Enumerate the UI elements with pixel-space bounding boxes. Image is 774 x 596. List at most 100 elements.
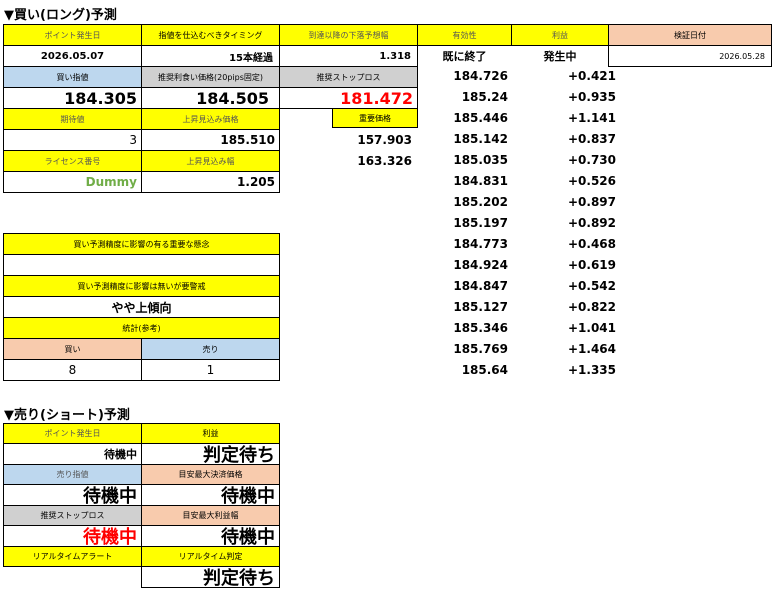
- price-list-row: 184.773 +0.468: [410, 234, 620, 255]
- price-list-price: 185.202: [453, 195, 508, 209]
- short-stop-loss: 待機中: [3, 525, 142, 547]
- short-point-date: 待機中: [3, 443, 142, 465]
- price-list-row: 185.346 +1.041: [410, 318, 620, 339]
- price-list-row: 185.142 +0.837: [410, 129, 620, 150]
- price-list-row: 184.726 +0.421: [410, 66, 620, 87]
- long-stop-loss: 181.472: [279, 87, 418, 109]
- long-expected-drop: 1.318: [279, 45, 418, 67]
- price-list-row: 185.202 +0.897: [410, 192, 620, 213]
- short-realtime-judge: 判定待ち: [141, 566, 280, 588]
- long-header-validity: 有効性: [417, 24, 512, 46]
- price-list-profit: +0.421: [567, 69, 616, 83]
- long-header-important-price: 重要価格: [332, 108, 418, 128]
- long-header-verify-date: 検証日付: [608, 24, 772, 46]
- price-list-price: 184.831: [453, 174, 508, 188]
- short-header-point-date: ポイント発生日: [3, 423, 142, 444]
- long-stats-label: 統計(参考): [3, 317, 280, 339]
- long-no-influence-label: 買い予測精度に影響は無いが要警戒: [3, 275, 280, 297]
- long-header-upside-price: 上昇見込み価格: [141, 108, 280, 130]
- price-list-price: 185.769: [453, 342, 508, 356]
- long-influence-label: 買い予測精度に影響の有る重要な懸念: [3, 233, 280, 255]
- price-list-profit: +0.542: [567, 279, 616, 293]
- long-stats-sell-label: 売り: [141, 338, 280, 360]
- long-license: Dummy: [3, 171, 142, 193]
- long-important-price-1: 157.903: [357, 133, 412, 147]
- short-profit: 判定待ち: [141, 443, 280, 465]
- long-header-entry-timing: 指値を仕込むべきタイミング: [141, 24, 280, 46]
- price-list-profit: +1.141: [567, 111, 616, 125]
- short-header-realtime-judge: リアルタイム判定: [141, 546, 280, 567]
- long-stats-buy-value: 8: [3, 359, 142, 381]
- price-list-price: 185.035: [453, 153, 508, 167]
- short-header-realtime-alert: リアルタイムアラート: [3, 546, 142, 567]
- short-header-stop-loss: 推奨ストップロス: [3, 505, 142, 526]
- price-list-price: 185.24: [461, 90, 508, 104]
- price-list-price: 185.346: [453, 321, 508, 335]
- price-list-price: 184.726: [453, 69, 508, 83]
- long-header-point-date: ポイント発生日: [3, 24, 142, 46]
- price-list-row: 184.924 +0.619: [410, 255, 620, 276]
- price-list-price: 185.64: [461, 363, 508, 377]
- price-list-price: 185.127: [453, 300, 508, 314]
- long-expectation: 3: [3, 129, 142, 151]
- long-stats-buy-label: 買い: [3, 338, 142, 360]
- long-header-tp-price: 推奨利食い価格(20pips固定): [141, 66, 280, 88]
- price-list-profit: +0.730: [567, 153, 616, 167]
- price-list-profit: +0.935: [567, 90, 616, 104]
- price-list-row: 185.127 +0.822: [410, 297, 620, 318]
- price-list-price: 184.847: [453, 279, 508, 293]
- price-list-price: 185.446: [453, 111, 508, 125]
- long-upside-price: 185.510: [141, 129, 280, 151]
- price-list-row: 185.24 +0.935: [410, 87, 620, 108]
- short-max-profit: 待機中: [141, 525, 280, 547]
- long-header-expectation: 期待値: [3, 108, 142, 130]
- price-list-row: 184.847 +0.542: [410, 276, 620, 297]
- short-header-profit: 利益: [141, 423, 280, 444]
- short-header-max-profit: 目安最大利益幅: [141, 505, 280, 526]
- long-buy-limit: 184.305: [3, 87, 142, 109]
- price-list-profit: +0.619: [567, 258, 616, 272]
- short-section-title: ▼売り(ショート)予測: [4, 408, 130, 423]
- long-influence-value: [3, 254, 280, 276]
- price-list-row: 185.197 +0.892: [410, 213, 620, 234]
- long-header-expected-drop: 到達以降の下落予想幅: [279, 24, 418, 46]
- long-no-influence-value: やや上傾向: [3, 296, 280, 318]
- price-list-profit: +0.526: [567, 174, 616, 188]
- price-list-profit: +0.897: [567, 195, 616, 209]
- price-list-profit: +1.335: [567, 363, 616, 377]
- price-list-price: 184.924: [453, 258, 508, 272]
- long-stats-sell-value: 1: [141, 359, 280, 381]
- price-list-price: 185.142: [453, 132, 508, 146]
- price-list-row: 184.831 +0.526: [410, 171, 620, 192]
- long-header-stop-loss: 推奨ストップロス: [279, 66, 418, 88]
- long-entry-timing: 15本経過: [141, 45, 280, 67]
- long-header-upside-width: 上昇見込み幅: [141, 150, 280, 172]
- short-realtime-alert: [3, 566, 142, 588]
- long-header-profit: 利益: [511, 24, 609, 46]
- short-header-max-settle: 目安最大決済価格: [141, 464, 280, 485]
- price-list-price: 184.773: [453, 237, 508, 251]
- long-tp-price: 184.505: [141, 87, 280, 109]
- price-list-profit: +0.822: [567, 300, 616, 314]
- price-list-profit: +1.464: [567, 342, 616, 356]
- long-upside-width: 1.205: [141, 171, 280, 193]
- long-important-price-2: 163.326: [357, 154, 412, 168]
- price-list-profit: +0.468: [567, 237, 616, 251]
- price-list-row: 185.446 +1.141: [410, 108, 620, 129]
- price-list-row: 185.64 +1.335: [410, 360, 620, 381]
- long-verify-date: 2026.05.28: [608, 45, 772, 67]
- short-header-sell-limit: 売り指値: [3, 464, 142, 485]
- long-profit: 発生中: [543, 50, 577, 63]
- long-section-title: ▼買い(ロング)予測: [4, 8, 117, 23]
- long-header-buy-limit: 買い指値: [3, 66, 142, 88]
- short-max-settle: 待機中: [141, 484, 280, 506]
- price-list-profit: +1.041: [567, 321, 616, 335]
- price-profit-list: 184.726 +0.421 185.24 +0.935 185.446 +1.141 18…: [410, 66, 620, 386]
- price-list-profit: +0.837: [567, 132, 616, 146]
- long-validity: 既に終了: [442, 50, 487, 63]
- long-point-date: 2026.05.07: [3, 45, 142, 67]
- price-list-profit: +0.892: [567, 216, 616, 230]
- long-header-license: ライセンス番号: [3, 150, 142, 172]
- price-list-price: 185.197: [453, 216, 508, 230]
- price-list-row: 185.035 +0.730: [410, 150, 620, 171]
